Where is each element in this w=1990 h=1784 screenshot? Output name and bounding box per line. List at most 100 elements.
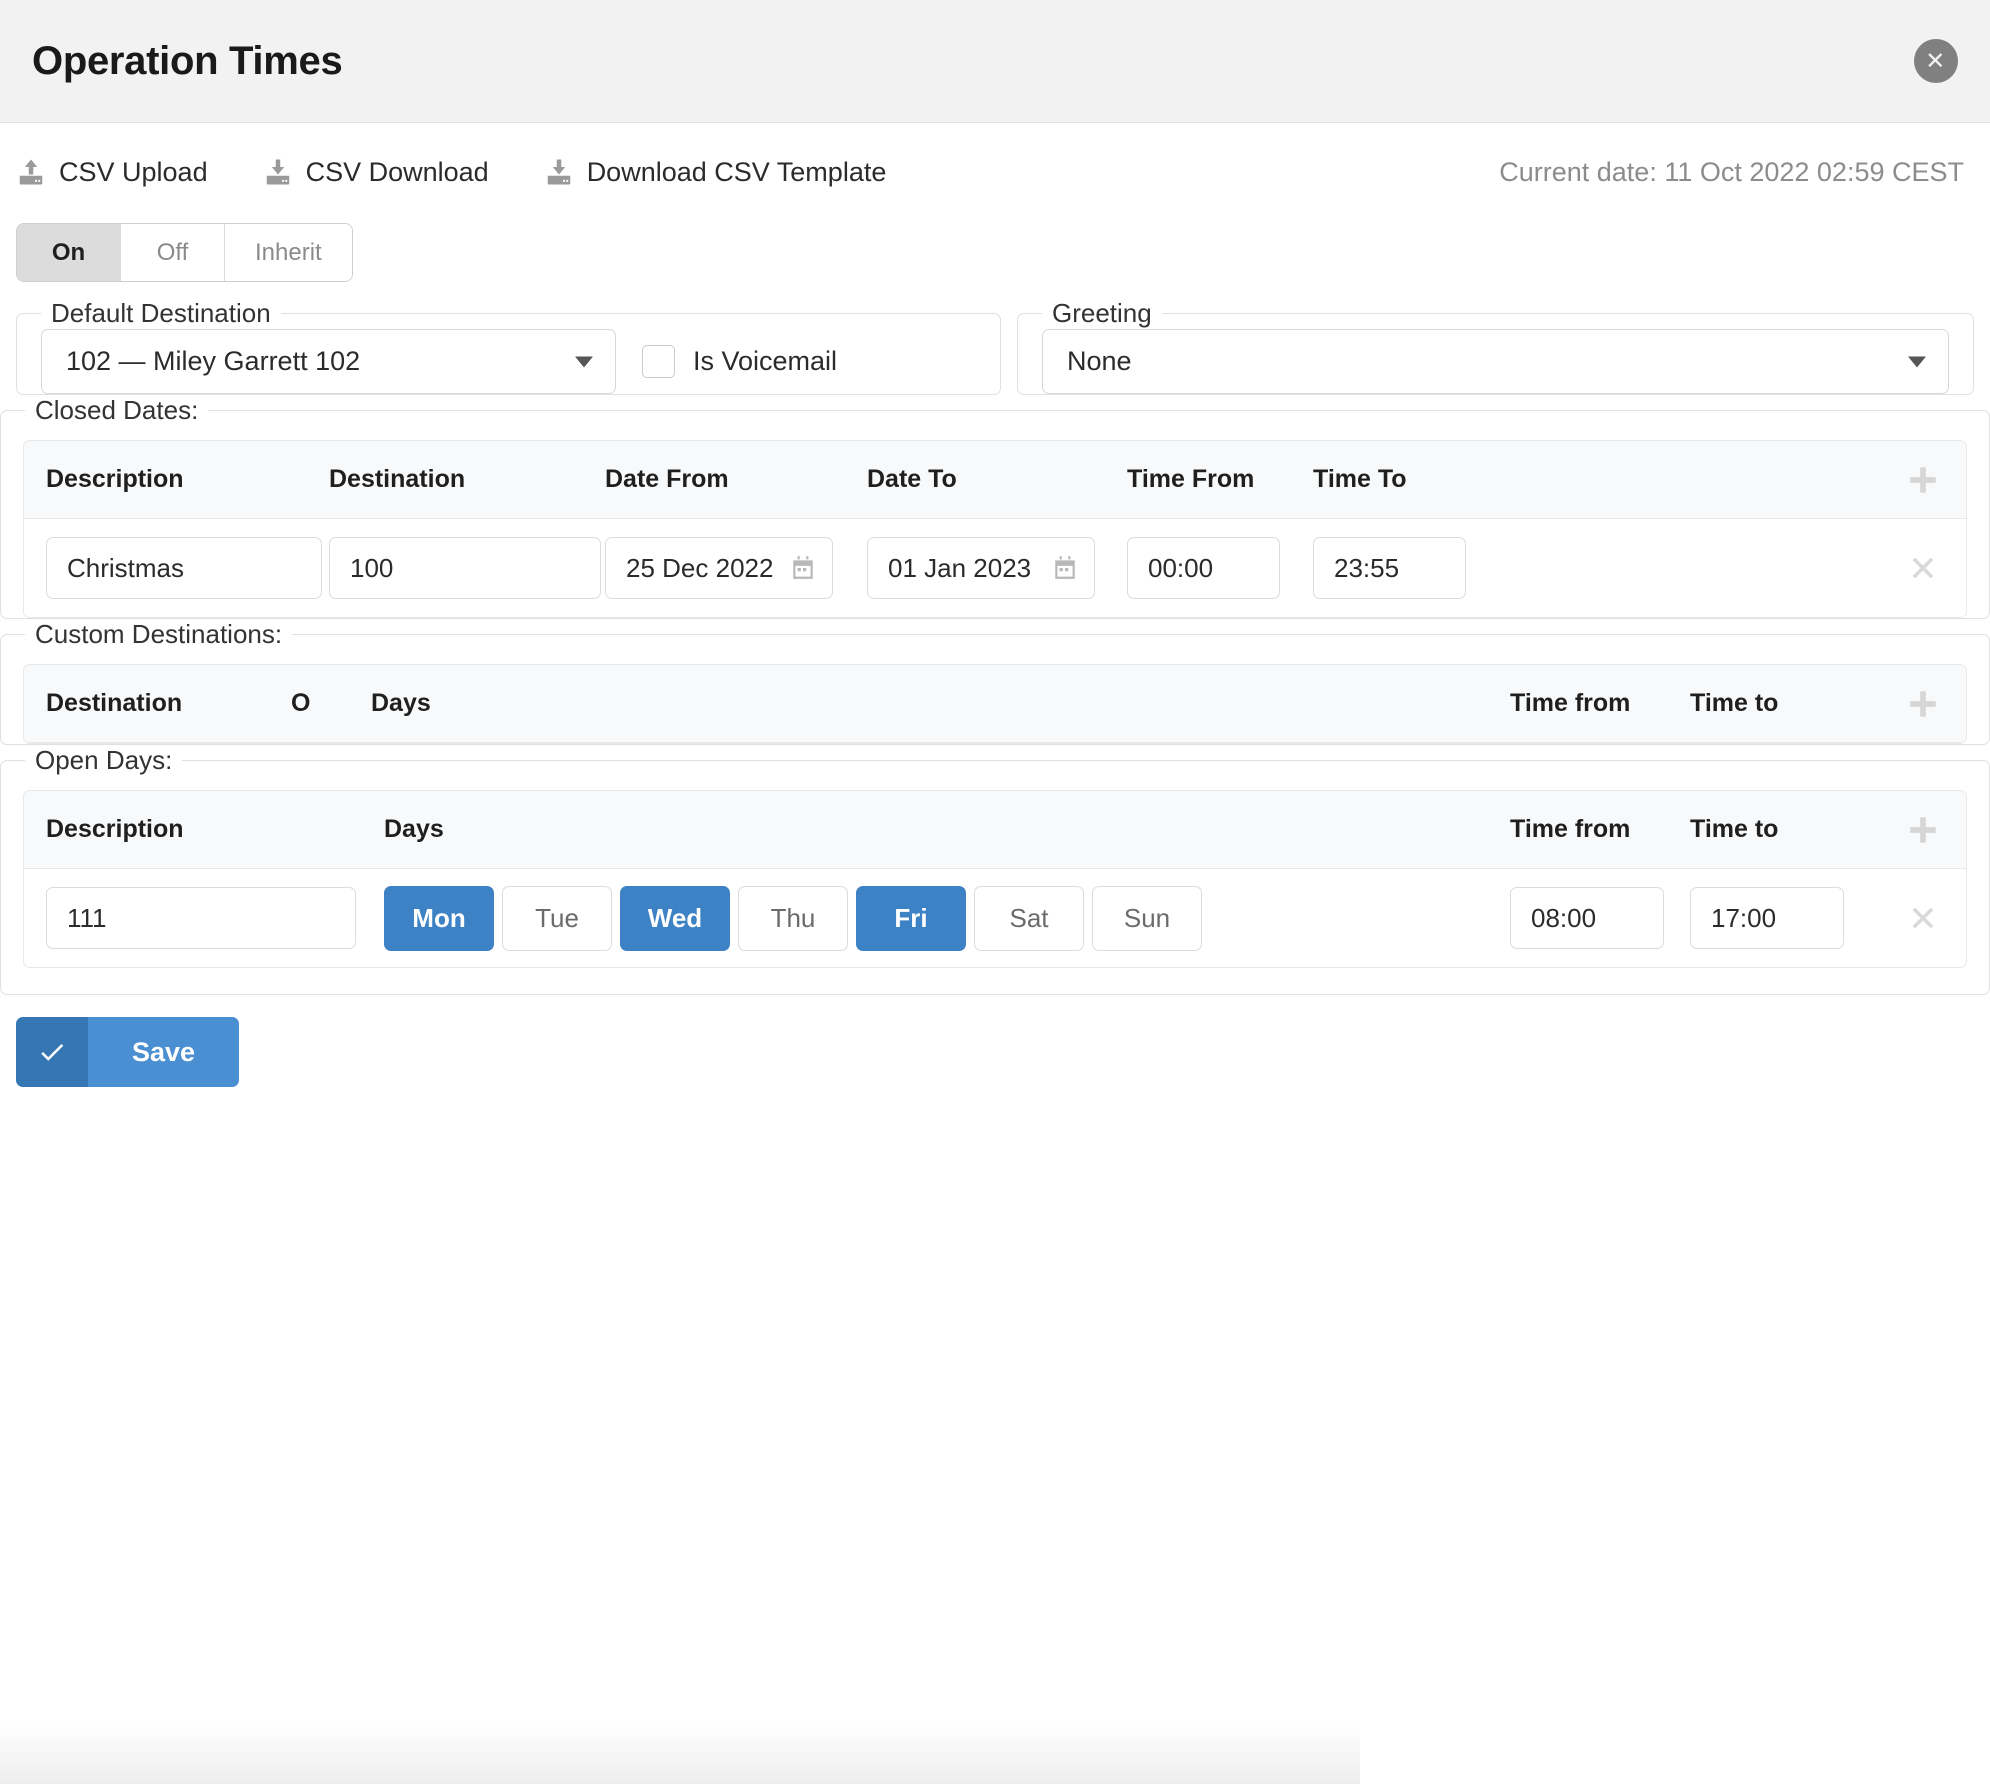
column-header-description: Description (46, 815, 184, 843)
column-header-description: Description (46, 465, 184, 493)
operation-times-dialog: Operation Times CSV Upload CSV Download … (0, 0, 1990, 1784)
csv-toolbar: CSV Upload CSV Download Download CSV Tem… (0, 123, 1990, 221)
mode-toggle-group: On Off Inherit (16, 223, 353, 282)
csv-upload-link[interactable]: CSV Upload (16, 157, 208, 188)
day-toggle-thu[interactable]: Thu (738, 885, 848, 951)
closed-date-time-from-input[interactable]: 00:00 (1127, 537, 1280, 599)
column-header-date-from: Date From (605, 465, 729, 493)
column-header-days: Days (371, 689, 431, 717)
column-header-time-to: Time To (1313, 465, 1407, 493)
open-days-table: Description Days Time from Time to 111 M… (23, 790, 1967, 968)
delete-closed-date-button[interactable] (1880, 553, 1966, 583)
save-button-label: Save (88, 1017, 240, 1087)
open-day-time-to-input[interactable]: 17:00 (1690, 887, 1844, 949)
day-toggle-mon[interactable]: Mon (384, 885, 494, 951)
add-open-day-button[interactable] (1880, 813, 1966, 847)
save-button[interactable]: Save (16, 1017, 240, 1087)
date-to-value: 01 Jan 2023 (888, 552, 1032, 583)
current-date-text: Current date: 11 Oct 2022 02:59 CEST (1499, 156, 1964, 187)
table-row: Christmas 100 25 Dec 2022 01 Jan 2023 00… (24, 519, 1966, 617)
open-days-fieldset: Open Days: Description Days Time from Ti… (0, 745, 1990, 995)
download-icon (544, 157, 574, 187)
closed-date-description-input[interactable]: Christmas (46, 537, 322, 599)
closed-date-date-to-input[interactable]: 01 Jan 2023 (867, 537, 1095, 599)
add-custom-destination-button[interactable] (1880, 687, 1966, 721)
csv-upload-label: CSV Upload (59, 156, 208, 187)
greeting-select[interactable]: None (1042, 329, 1949, 394)
save-wrapper: Save (0, 995, 1990, 1087)
mode-toggle-inherit[interactable]: Inherit (225, 224, 352, 281)
greeting-legend: Greeting (1052, 298, 1152, 328)
column-header-time-from: Time from (1510, 689, 1631, 717)
mode-toggle-off[interactable]: Off (121, 224, 225, 281)
footer-shadow (0, 1722, 1360, 1784)
day-toggle-tue[interactable]: Tue (502, 885, 612, 951)
close-x-icon (1912, 907, 1934, 929)
closed-date-destination-input[interactable]: 100 (329, 537, 601, 599)
day-toggle-sat[interactable]: Sat (974, 885, 1084, 951)
day-toggle-fri[interactable]: Fri (856, 885, 966, 951)
chevron-down-icon (575, 356, 593, 367)
default-destination-value: 102 — Miley Garrett 102 (66, 346, 361, 376)
column-header-destination: Destination (329, 465, 466, 493)
open-days-table-header: Description Days Time from Time to (24, 791, 1966, 869)
custom-destinations-table-header: Destination O Days Time from Time to (24, 665, 1966, 743)
is-voicemail-checkbox-wrapper[interactable]: Is Voicemail (642, 345, 837, 378)
closed-date-time-to-input[interactable]: 23:55 (1313, 537, 1466, 599)
closed-dates-fieldset: Closed Dates: Description Destination Da… (0, 395, 1990, 619)
close-icon (1928, 53, 1943, 68)
closed-dates-table: Description Destination Date From Date T… (23, 440, 1967, 618)
plus-icon (1910, 466, 1936, 493)
column-header-time-from: Time from (1510, 815, 1631, 843)
column-header-destination: Destination (46, 689, 183, 717)
is-voicemail-checkbox[interactable] (642, 345, 675, 378)
greeting-fieldset: Greeting None (1017, 298, 1974, 395)
default-destination-select[interactable]: 102 — Miley Garrett 102 (41, 329, 616, 394)
closed-dates-table-header: Description Destination Date From Date T… (24, 441, 1966, 519)
dialog-header: Operation Times (0, 0, 1990, 123)
add-closed-date-button[interactable] (1880, 463, 1966, 497)
greeting-value: None (1067, 346, 1132, 376)
day-toggle-wed[interactable]: Wed (620, 885, 730, 951)
chevron-down-icon (1908, 356, 1926, 367)
plus-icon (1910, 690, 1936, 717)
column-header-time-to: Time to (1690, 815, 1779, 843)
check-icon (16, 1017, 88, 1087)
mode-toggle-wrapper: On Off Inherit (0, 223, 1990, 282)
column-header-days: Days (384, 815, 444, 843)
date-from-value: 25 Dec 2022 (626, 552, 774, 583)
open-day-time-from-input[interactable]: 08:00 (1510, 887, 1664, 949)
column-header-time-to: Time to (1690, 689, 1779, 717)
close-x-icon (1912, 557, 1934, 579)
upload-icon (16, 157, 46, 187)
closed-date-date-from-input[interactable]: 25 Dec 2022 (605, 537, 833, 599)
day-toggle-sun[interactable]: Sun (1092, 885, 1202, 951)
custom-destinations-fieldset: Custom Destinations: Destination O Days … (0, 619, 1990, 745)
calendar-icon[interactable] (1052, 555, 1078, 581)
close-dialog-button[interactable] (1914, 39, 1958, 83)
csv-download-label: CSV Download (305, 156, 489, 187)
destination-greeting-row: Default Destination 102 — Miley Garrett … (0, 282, 1990, 395)
default-destination-legend: Default Destination (51, 298, 271, 328)
calendar-icon[interactable] (790, 555, 816, 581)
table-row: 111 Mon Tue Wed Thu Fri Sat Sun 08:00 17… (24, 869, 1966, 967)
open-day-days-group: Mon Tue Wed Thu Fri Sat Sun (384, 885, 1510, 951)
open-days-legend: Open Days: (35, 745, 173, 775)
plus-icon (1910, 816, 1936, 843)
is-voicemail-label: Is Voicemail (693, 346, 838, 376)
default-destination-fieldset: Default Destination 102 — Miley Garrett … (16, 298, 1001, 395)
mode-toggle-on[interactable]: On (17, 224, 121, 281)
closed-dates-legend: Closed Dates: (35, 395, 199, 425)
column-header-time-from: Time From (1127, 465, 1255, 493)
column-header-o: O (291, 689, 311, 717)
csv-download-link[interactable]: CSV Download (263, 157, 489, 188)
custom-destinations-legend: Custom Destinations: (35, 619, 283, 649)
delete-open-day-button[interactable] (1880, 903, 1966, 933)
open-day-description-input[interactable]: 111 (46, 887, 356, 949)
download-csv-template-link[interactable]: Download CSV Template (544, 156, 887, 188)
download-csv-template-label: Download CSV Template (586, 156, 887, 187)
download-icon (263, 157, 293, 187)
custom-destinations-table: Destination O Days Time from Time to (23, 664, 1967, 744)
page-title: Operation Times (32, 38, 343, 83)
column-header-date-to: Date To (867, 465, 957, 493)
